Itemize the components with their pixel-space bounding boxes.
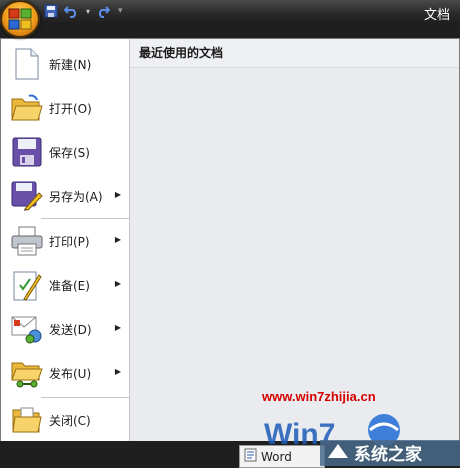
menu-item-close[interactable]: 关闭(C) xyxy=(1,398,129,442)
menu-commands: 新建(N) 打开(O) 保存(S) 另存为(A) ▶ 打印(P) ▶ 准备(E)… xyxy=(1,39,130,442)
menu-item-send[interactable]: 发送(D) ▶ xyxy=(1,307,129,351)
redo-icon[interactable] xyxy=(96,3,111,19)
open-folder-icon xyxy=(7,88,47,128)
menu-item-save-as[interactable]: 另存为(A) ▶ xyxy=(1,174,129,218)
printer-icon xyxy=(7,221,47,261)
menu-item-print[interactable]: 打印(P) ▶ xyxy=(1,219,129,263)
recent-documents-panel: 最近使用的文档 xyxy=(130,39,459,442)
word-document-icon xyxy=(244,448,257,465)
watermark-logo: Win7 系统之家 xyxy=(264,414,460,466)
menu-item-open[interactable]: 打开(O) xyxy=(1,86,129,130)
office-logo-icon xyxy=(8,8,32,30)
submenu-arrow-icon: ▶ xyxy=(114,235,121,244)
menu-item-save[interactable]: 保存(S) xyxy=(1,130,129,174)
submenu-arrow-icon: ▶ xyxy=(114,279,121,288)
new-document-icon xyxy=(7,44,47,84)
quick-access-toolbar: ▾ ▾ xyxy=(44,3,123,19)
send-icon xyxy=(7,309,47,349)
menu-item-new[interactable]: 新建(N) xyxy=(1,42,129,86)
save-icon xyxy=(7,132,47,172)
window-title: 文档 xyxy=(423,8,450,23)
watermark-url: www.win7zhijia.cn xyxy=(262,389,376,404)
undo-icon[interactable] xyxy=(64,3,80,19)
submenu-arrow-icon: ▶ xyxy=(114,367,121,376)
menu-item-publish[interactable]: 发布(U) ▶ xyxy=(1,351,129,395)
watermark-brand: 系统之家 xyxy=(354,444,422,465)
close-folder-icon xyxy=(7,400,47,440)
customize-icon[interactable]: ▾ xyxy=(118,3,123,19)
menu-item-prepare[interactable]: 准备(E) ▶ xyxy=(1,263,129,307)
recent-documents-header: 最近使用的文档 xyxy=(130,39,459,68)
save-as-icon xyxy=(7,176,47,216)
undo-dropdown-icon[interactable]: ▾ xyxy=(86,3,90,19)
prepare-icon xyxy=(7,265,47,305)
submenu-arrow-icon: ▶ xyxy=(114,190,121,199)
submenu-arrow-icon: ▶ xyxy=(114,323,121,332)
publish-icon xyxy=(7,353,47,393)
save-icon[interactable] xyxy=(44,3,58,19)
office-button[interactable] xyxy=(0,0,40,38)
title-bar: ▾ ▾ 文档 xyxy=(0,0,460,24)
office-menu: 新建(N) 打开(O) 保存(S) 另存为(A) ▶ 打印(P) ▶ 准备(E)… xyxy=(0,38,460,443)
